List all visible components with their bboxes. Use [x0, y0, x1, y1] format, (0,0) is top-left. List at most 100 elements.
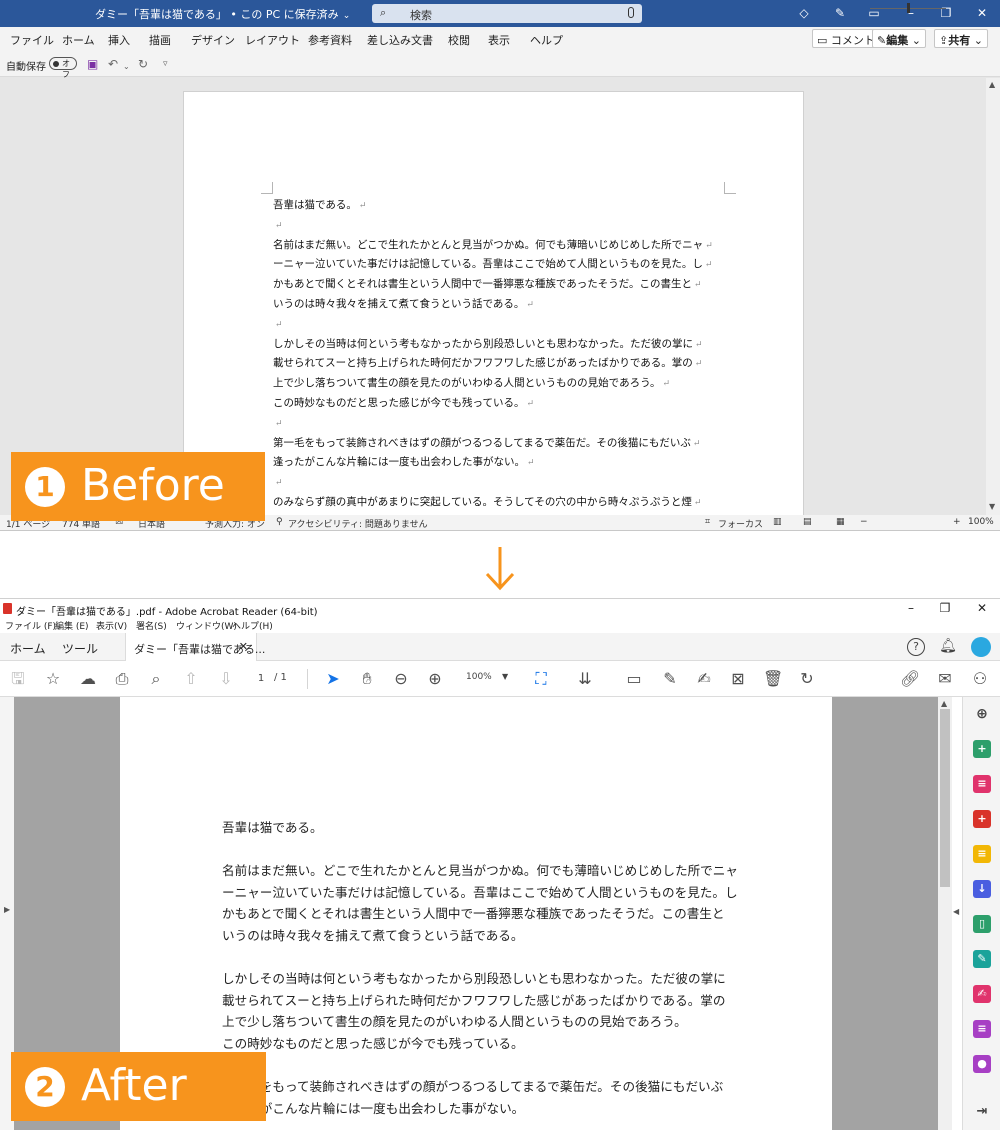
- microphone-icon[interactable]: [628, 7, 634, 18]
- read-mode-icon[interactable]: ▥: [773, 517, 782, 527]
- comment-button[interactable]: ▭ コメント: [812, 29, 880, 48]
- redo-icon[interactable]: ↻: [138, 57, 148, 71]
- tab-home[interactable]: ホーム: [62, 32, 95, 48]
- scroll-mode-icon[interactable]: ⇊: [575, 669, 595, 689]
- page-number-input[interactable]: 1: [252, 670, 270, 688]
- scroll-up-arrow-icon[interactable]: ▲: [989, 80, 995, 89]
- word-title[interactable]: ダミー「吾輩は猫である」 • この PC に保存済み ⌄: [95, 6, 350, 22]
- upload-cloud-icon[interactable]: ☁: [78, 669, 98, 689]
- close-icon[interactable]: ✕: [974, 6, 990, 20]
- stamp-icon[interactable]: ⊠: [728, 669, 748, 689]
- autosave-toggle[interactable]: オフ: [49, 57, 77, 79]
- star-icon[interactable]: ☆: [43, 669, 63, 689]
- chevron-down-icon[interactable]: ⌄: [123, 60, 130, 74]
- text-line: 逢ったがこんな片輪には一度も出会わした事がない。: [222, 1098, 742, 1120]
- menu-view[interactable]: 表示(V): [96, 619, 127, 632]
- tab-design[interactable]: デザイン: [191, 32, 235, 48]
- diamond-icon[interactable]: ◇: [796, 6, 812, 20]
- word-vertical-scrollbar[interactable]: ▲ ▼: [986, 78, 1000, 515]
- email-icon[interactable]: ✉: [935, 669, 955, 689]
- close-tab-icon[interactable]: ✕: [239, 640, 248, 653]
- acrobat-vertical-scrollbar[interactable]: ▲: [938, 697, 952, 1130]
- share-link-icon[interactable]: 🔗︎: [900, 669, 920, 689]
- highlight-icon[interactable]: ✎: [660, 669, 680, 689]
- tab-draw[interactable]: 描画: [149, 32, 171, 48]
- bell-icon[interactable]: 🔔︎: [939, 638, 957, 656]
- print-layout-icon[interactable]: ▤: [803, 517, 812, 527]
- avatar[interactable]: [971, 637, 991, 657]
- edit-button[interactable]: ✎編集 ⌄: [872, 29, 926, 48]
- tab-review[interactable]: 校閲: [448, 32, 470, 48]
- expand-panel-icon[interactable]: ⇥: [973, 1103, 991, 1121]
- menu-help[interactable]: ヘルプ(H): [232, 619, 273, 632]
- zoom-slider-thumb[interactable]: [907, 3, 910, 13]
- fill-sign-icon[interactable]: ✎: [973, 950, 991, 968]
- tab-help[interactable]: ヘルプ: [530, 32, 563, 48]
- protect-icon[interactable]: ≡: [973, 1020, 991, 1038]
- scroll-up-arrow-icon[interactable]: ▲: [941, 699, 947, 708]
- scrollbar-thumb[interactable]: [940, 709, 950, 887]
- print-icon[interactable]: ⎙: [112, 669, 132, 689]
- comment-panel-icon[interactable]: ≡: [973, 845, 991, 863]
- edit-pdf-icon[interactable]: ≡: [973, 775, 991, 793]
- tab-document[interactable]: ダミー「吾輩は猫である... ✕: [125, 633, 265, 661]
- tab-layout[interactable]: レイアウト: [245, 32, 300, 48]
- tab-file[interactable]: ファイル: [10, 32, 54, 48]
- create-pdf-icon[interactable]: +: [973, 810, 991, 828]
- word-search-box[interactable]: ⌕ 検索: [372, 4, 642, 23]
- zoom-out-icon[interactable]: −: [860, 517, 868, 527]
- previous-page-icon[interactable]: ⇧: [181, 669, 201, 689]
- sign-icon[interactable]: ✍: [694, 669, 714, 689]
- rotate-icon[interactable]: ↻: [797, 669, 817, 689]
- close-icon[interactable]: ✕: [975, 601, 989, 615]
- pdf-document-text[interactable]: 吾輩は猫である。 名前はまだ無い。どこで生れたかとんと見当がつかぬ。何でも薄暗い…: [222, 817, 742, 1119]
- select-cursor-icon[interactable]: ➤: [323, 669, 343, 689]
- search-icon[interactable]: ⌕: [146, 669, 166, 689]
- word-document-page[interactable]: 吾輩は猫である。 ↵ ↵ 名前はまだ無い。どこで生れたかとんと見当がつかぬ。何でも薄暗…: [183, 91, 804, 528]
- zoom-in-icon[interactable]: +: [953, 517, 961, 527]
- pen-icon[interactable]: ✎: [832, 6, 848, 20]
- minimize-icon[interactable]: –: [904, 601, 918, 615]
- delete-icon[interactable]: 🗑︎: [763, 669, 783, 689]
- share-button[interactable]: ⇪共有 ⌄: [934, 29, 988, 48]
- hand-tool-icon[interactable]: ✋︎: [357, 669, 377, 689]
- save-icon[interactable]: ▣: [87, 57, 98, 71]
- menu-window[interactable]: ウィンドウ(W): [176, 619, 237, 632]
- web-layout-icon[interactable]: ▦: [836, 517, 845, 527]
- menu-sign[interactable]: 署名(S): [136, 619, 167, 632]
- more-tools-icon[interactable]: ●: [973, 1055, 991, 1073]
- zoom-in-icon[interactable]: ⊕: [425, 669, 445, 689]
- tab-view[interactable]: 表示: [488, 32, 510, 48]
- collapse-right-panel-icon[interactable]: ◀: [953, 907, 959, 916]
- organize-pages-icon[interactable]: ▯: [973, 915, 991, 933]
- help-icon[interactable]: ?: [907, 638, 925, 656]
- combine-files-icon[interactable]: ↓: [973, 880, 991, 898]
- next-page-icon[interactable]: ⇩: [216, 669, 236, 689]
- tab-insert[interactable]: 挿入: [108, 32, 130, 48]
- zoom-out-icon[interactable]: ⊖: [391, 669, 411, 689]
- menu-file[interactable]: ファイル (F): [5, 619, 56, 632]
- zoom-icon[interactable]: ⊕: [973, 705, 991, 723]
- add-user-icon[interactable]: ⚇: [970, 669, 990, 689]
- undo-icon[interactable]: ↶: [108, 57, 118, 71]
- status-zoom[interactable]: 100%: [968, 517, 994, 527]
- comment-icon[interactable]: ▭: [624, 669, 644, 689]
- zoom-level[interactable]: 100%: [466, 672, 492, 682]
- tab-references[interactable]: 参考資料: [308, 32, 352, 48]
- restore-icon[interactable]: ❐: [938, 601, 952, 615]
- tab-mailings[interactable]: 差し込み文書: [367, 32, 433, 48]
- tab-tools[interactable]: ツール: [62, 640, 98, 657]
- sign-panel-icon[interactable]: ✍: [973, 985, 991, 1003]
- menu-edit[interactable]: 編集 (E): [55, 619, 89, 632]
- customize-toolbar-icon[interactable]: ▿: [163, 57, 168, 71]
- tab-home[interactable]: ホーム: [10, 640, 46, 657]
- fit-page-icon[interactable]: ⛶: [531, 669, 551, 689]
- scroll-down-arrow-icon[interactable]: ▼: [989, 502, 995, 511]
- chevron-down-icon[interactable]: ▼: [502, 672, 508, 681]
- export-pdf-icon[interactable]: +: [973, 740, 991, 758]
- expand-left-panel-icon[interactable]: ▶: [4, 905, 10, 914]
- focus-button[interactable]: フォーカス: [718, 517, 763, 530]
- status-accessibility[interactable]: アクセシビリティ: 問題ありません: [288, 517, 428, 530]
- word-document-text[interactable]: 吾輩は猫である。 ↵ ↵ 名前はまだ無い。どこで生れたかとんと見当がつかぬ。何でも薄暗…: [273, 196, 725, 530]
- save-icon[interactable]: 🖫︎: [8, 669, 28, 689]
